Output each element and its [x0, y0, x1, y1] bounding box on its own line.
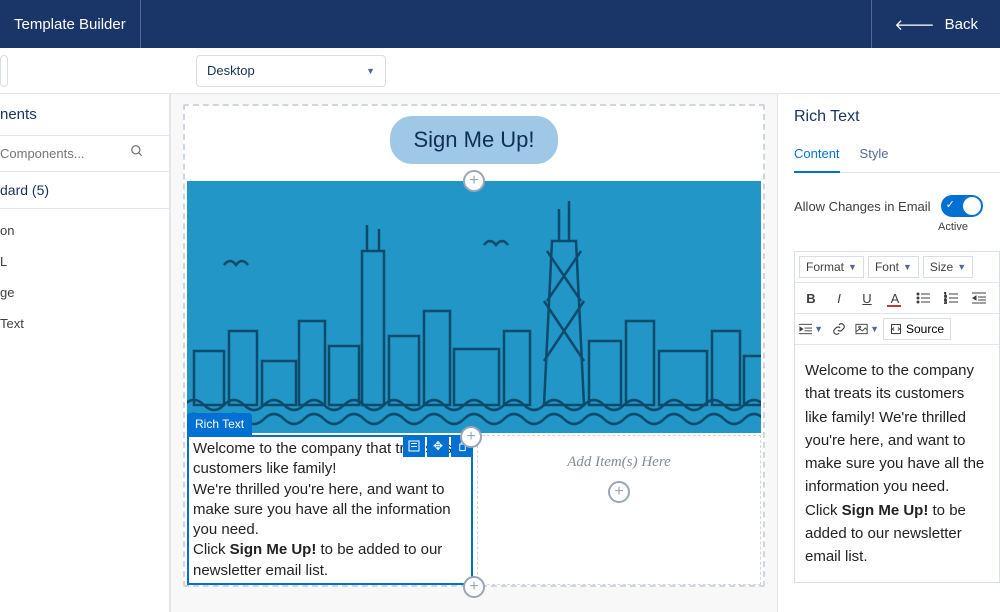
app-title: Template Builder [0, 0, 141, 48]
rich-text-content: Welcome to the company that treats its c… [189, 437, 471, 583]
hero-image[interactable] [187, 181, 761, 433]
editor-textarea[interactable]: Welcome to the company that treats its c… [795, 345, 999, 582]
font-select[interactable]: Font▼ [868, 256, 919, 278]
viewport-select[interactable]: Desktop ▼ [196, 55, 386, 87]
component-item[interactable]: ge [0, 277, 169, 308]
standard-accordion[interactable]: dard (5) [0, 172, 169, 209]
rich-text-editor: Format▼ Font▼ Size▼ B I U A 123 ▼ ▼ Sour… [794, 251, 1000, 583]
selected-tag: Rich Text [187, 413, 252, 435]
component-item[interactable]: on [0, 215, 169, 246]
add-component-button[interactable]: + [608, 481, 630, 503]
viewport-value: Desktop [207, 63, 255, 78]
ed-bold: Sign Me Up! [842, 502, 929, 519]
chevron-down-icon: ▼ [366, 66, 375, 76]
rt-bold: Sign Me Up! [230, 541, 317, 558]
outdent-button[interactable] [967, 287, 991, 309]
toolbar-button-partial[interactable] [0, 55, 8, 87]
link-button[interactable] [827, 318, 851, 340]
block-settings-button[interactable] [403, 435, 425, 457]
indent-button[interactable]: ▼ [799, 318, 823, 340]
panel-title: Rich Text [794, 104, 1000, 140]
canvas-area: Sign Me Up! + [170, 94, 778, 612]
text-color-button[interactable]: A [883, 287, 907, 309]
add-component-button[interactable]: + [460, 426, 482, 448]
tab-style[interactable]: Style [860, 140, 889, 172]
size-select[interactable]: Size▼ [923, 256, 973, 278]
rt-line: We're thrilled you're here, and want to … [193, 481, 451, 539]
components-search-input[interactable] [0, 142, 130, 165]
format-select[interactable]: Format▼ [799, 256, 864, 278]
back-label: Back [945, 16, 978, 33]
svg-text:3: 3 [944, 300, 947, 304]
empty-column[interactable]: Add Item(s) Here + [477, 435, 761, 585]
email-canvas: Sign Me Up! + [183, 104, 765, 587]
arrow-left-icon: 🡐 [894, 15, 934, 34]
check-icon: ✓ [946, 198, 955, 211]
search-wrap [0, 135, 169, 172]
two-column-row: Rich Text ✥ + Welcome to the company tha… [187, 435, 761, 585]
toolbar: Desktop ▼ [0, 48, 1000, 94]
italic-button[interactable]: I [827, 287, 851, 309]
bold-button[interactable]: B [799, 287, 823, 309]
component-item[interactable]: Text [0, 308, 169, 339]
add-items-placeholder: Add Item(s) Here [478, 436, 760, 481]
component-item[interactable]: L [0, 246, 169, 277]
toggle-label: Allow Changes in Email [794, 199, 931, 214]
number-list-button[interactable]: 123 [939, 287, 963, 309]
image-button[interactable]: ▼ [855, 318, 879, 340]
rt-line: Click [193, 541, 230, 558]
component-list: on L ge Text [0, 209, 169, 345]
ed-line: Welcome to the company that treats its c… [805, 362, 984, 495]
top-bar: Template Builder 🡐 Back [0, 0, 1000, 48]
ed-line: Click [805, 502, 842, 519]
tab-content[interactable]: Content [794, 140, 840, 173]
search-icon [130, 144, 144, 163]
accordion-label: dard (5) [0, 182, 49, 198]
source-button[interactable]: Source [883, 318, 951, 340]
toggle-state: Active [794, 221, 1000, 233]
block-move-button[interactable]: ✥ [427, 435, 449, 457]
add-component-button[interactable]: + [463, 576, 485, 598]
components-sidebar: nents dard (5) on L ge Text [0, 94, 170, 612]
sidebar-title: nents [0, 94, 169, 135]
allow-changes-row: Allow Changes in Email ✓ [794, 173, 1000, 221]
panel-tabs: Content Style [794, 140, 1000, 173]
toggle-knob [963, 197, 981, 215]
underline-button[interactable]: U [855, 287, 879, 309]
bullet-list-button[interactable] [911, 287, 935, 309]
back-button[interactable]: 🡐 Back [871, 0, 1000, 48]
source-label: Source [906, 322, 944, 336]
properties-panel: Rich Text Content Style Allow Changes in… [778, 94, 1000, 612]
allow-changes-toggle[interactable]: ✓ [941, 195, 983, 217]
add-component-button[interactable]: + [463, 170, 485, 192]
sign-me-up-button[interactable]: Sign Me Up! [390, 116, 557, 164]
rich-text-block[interactable]: Rich Text ✥ + Welcome to the company tha… [187, 435, 473, 585]
